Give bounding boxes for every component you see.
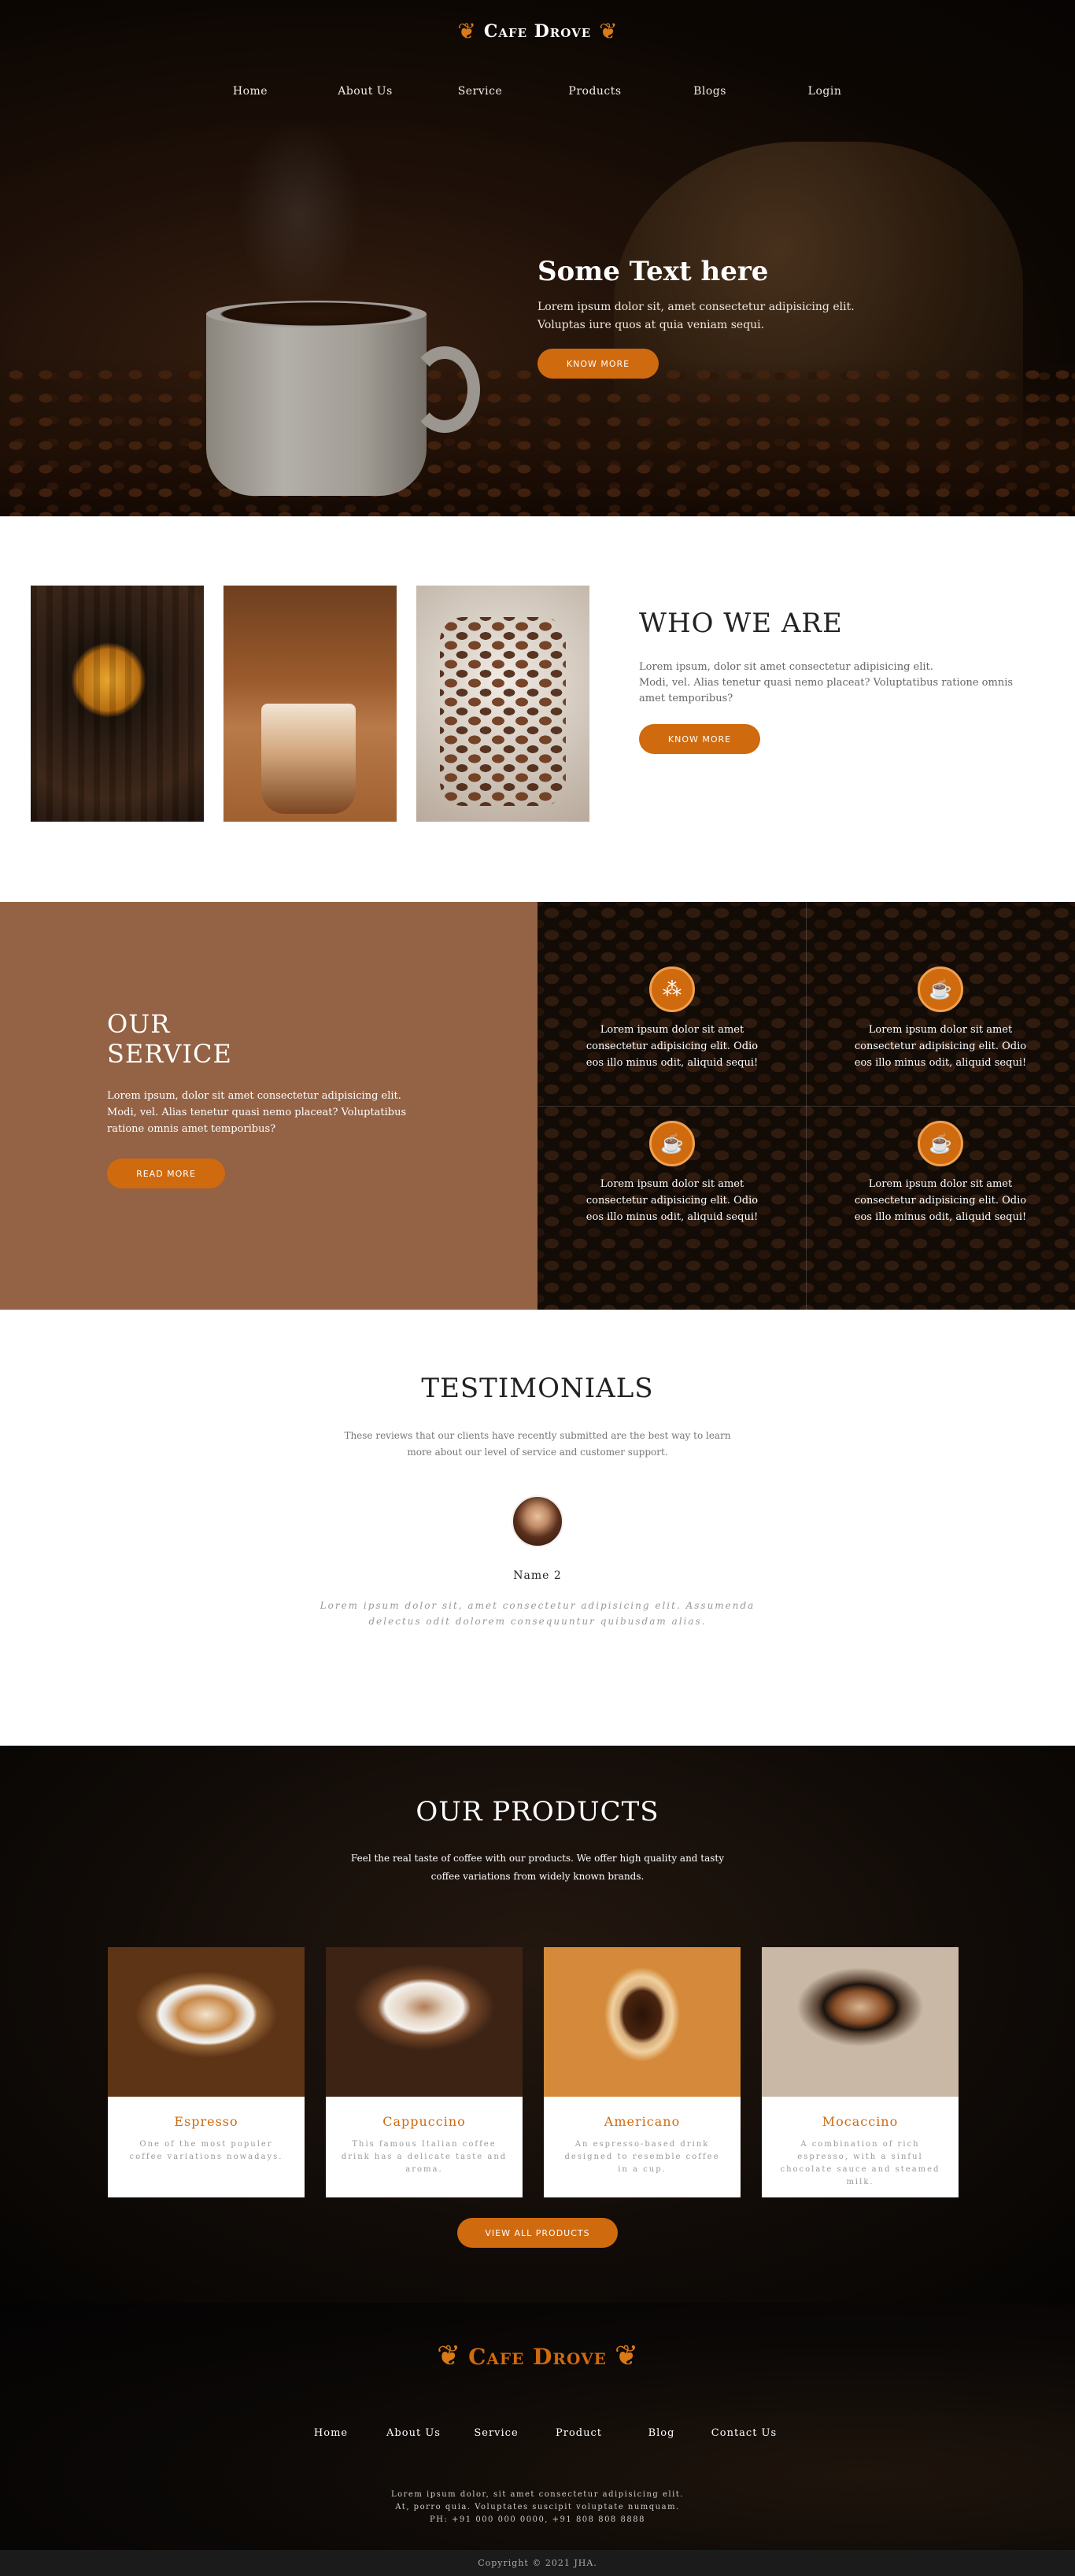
products-section: OUR PRODUCTS Feel the real taste of coff… (0, 1746, 1075, 2303)
butterfly-icon: ❦ (436, 2340, 461, 2372)
service-item: ☕ Lorem ipsum dolor sit amet consectetur… (846, 1121, 1035, 1225)
nav-login[interactable]: Login (767, 85, 882, 98)
footer-nav-service[interactable]: Service (455, 2427, 538, 2439)
footer-info-line1: Lorem ipsum dolor, sit amet consectetur … (390, 2490, 684, 2499)
product-desc: A combination of rich espresso, with a s… (780, 2140, 940, 2186)
americano-image (544, 1947, 741, 2097)
product-desc: This famous Italian coffee drink has a d… (341, 2140, 508, 2174)
product-desc: One of the most populer coffee variation… (129, 2140, 283, 2161)
footer-info: Lorem ipsum dolor, sit amet consectetur … (0, 2489, 1075, 2526)
products-title: OUR PRODUCTS (416, 1796, 659, 1828)
coffee-photo-3 (416, 586, 589, 822)
coffee-photo-2 (223, 586, 397, 822)
nav-about-us[interactable]: About Us (308, 85, 423, 98)
main-nav: Home About Us Service Products Blogs Log… (0, 85, 1075, 98)
nav-products[interactable]: Products (538, 85, 652, 98)
footer-nav-blog[interactable]: Blog (620, 2427, 703, 2439)
cappuccino-image (326, 1947, 523, 2097)
coffee-bag-icon: ☕ (918, 966, 963, 1012)
service-item-text: Lorem ipsum dolor sit amet consectetur a… (854, 1178, 1027, 1223)
service-item: ⁂ Lorem ipsum dolor sit amet consectetur… (578, 966, 767, 1071)
service-item: ☕ Lorem ipsum dolor sit amet consectetur… (578, 1121, 767, 1225)
service-read-more-button[interactable]: READ MORE (107, 1159, 225, 1188)
who-title: WHO WE ARE (639, 608, 843, 639)
hero-copy: Some Text here Lorem ipsum dolor sit, am… (538, 256, 947, 379)
service-item-text: Lorem ipsum dolor sit amet consectetur a… (586, 1024, 759, 1069)
product-name: Americano (604, 2114, 681, 2129)
footer-info-line2: At, porro quia. Voluptates suscipit volu… (395, 2503, 680, 2511)
service-text-line2: Modi, vel. Alias tenetur quasi nemo plac… (107, 1107, 407, 1135)
footer-nav: Home About Us Service Product Blog Conta… (0, 2427, 1075, 2439)
mocaccino-image (762, 1947, 959, 2097)
footer-nav-product[interactable]: Product (538, 2427, 620, 2439)
testimonials-title: TESTIMONIALS (421, 1373, 654, 1404)
nav-home[interactable]: Home (193, 85, 308, 98)
butterfly-icon: ❦ (599, 18, 618, 44)
butterfly-icon: ❦ (457, 18, 476, 44)
hero-text-line1: Lorem ipsum dolor sit, amet consectetur … (538, 301, 855, 313)
testimonial-quote: Lorem ipsum dolor sit, amet consectetur … (320, 1600, 755, 1627)
service-grid: ⁂ Lorem ipsum dolor sit amet consectetur… (538, 902, 1075, 1310)
product-name: Espresso (174, 2114, 238, 2129)
nav-blogs[interactable]: Blogs (652, 85, 767, 98)
hero-know-more-button[interactable]: KNOW MORE (538, 349, 659, 379)
footer-nav-contact-us[interactable]: Contact Us (703, 2427, 785, 2439)
product-desc: An espresso-based drink designed to rese… (564, 2140, 720, 2174)
testimonial-name: Name 2 (513, 1569, 562, 1582)
logo-text: Cafe Drove (483, 21, 592, 42)
footer-nav-about-us[interactable]: About Us (372, 2427, 455, 2439)
service-item-text: Lorem ipsum dolor sit amet consectetur a… (854, 1024, 1027, 1069)
hero-text-line2: Voluptas iure quos at quia veniam sequi. (538, 319, 765, 331)
nav-service[interactable]: Service (423, 85, 538, 98)
service-section: OUR SERVICE Lorem ipsum, dolor sit amet … (0, 902, 1075, 1310)
who-text-line1: Lorem ipsum, dolor sit amet consectetur … (639, 661, 933, 673)
hero-section: ❦ Cafe Drove ❦ Home About Us Service Pro… (0, 0, 1075, 516)
service-intro: OUR SERVICE Lorem ipsum, dolor sit amet … (0, 902, 538, 1310)
who-know-more-button[interactable]: KNOW MORE (639, 724, 760, 754)
who-copy: WHO WE ARE Lorem ipsum, dolor sit amet c… (639, 608, 1017, 754)
service-text-line1: Lorem ipsum, dolor sit amet consectetur … (107, 1090, 401, 1102)
service-title: OUR SERVICE (107, 1009, 232, 1069)
copyright: Copyright © 2021 JHA. (0, 2550, 1075, 2576)
service-item: ☕ Lorem ipsum dolor sit amet consectetur… (846, 966, 1035, 1071)
coffee-photo-1 (31, 586, 204, 822)
grid-divider-horizontal (538, 1106, 1075, 1107)
service-text: Lorem ipsum, dolor sit amet consectetur … (107, 1088, 438, 1137)
footer: ❦ Cafe Drove ❦ Home About Us Service Pro… (0, 2303, 1075, 2550)
product-card[interactable]: Americano An espresso-based drink design… (544, 1947, 741, 2197)
header-logo[interactable]: ❦ Cafe Drove ❦ (0, 20, 1075, 43)
products-subtitle: Feel the real taste of coffee with our p… (350, 1853, 725, 1882)
hero-title: Some Text here (538, 256, 769, 287)
footer-phone: PH: +91 000 000 0000, +91 808 808 8888 (430, 2515, 645, 2524)
butterfly-icon: ❦ (614, 2340, 639, 2372)
footer-nav-home[interactable]: Home (290, 2427, 372, 2439)
service-title-line2: SERVICE (107, 1039, 232, 1069)
product-card[interactable]: Cappuccino This famous Italian coffee dr… (326, 1947, 523, 2197)
footer-logo-text: Cafe Drove (468, 2343, 607, 2370)
avatar (512, 1495, 563, 1547)
view-all-products-button[interactable]: VIEW ALL PRODUCTS (457, 2218, 618, 2248)
product-name: Mocaccino (822, 2114, 899, 2129)
espresso-image (108, 1947, 305, 2097)
testimonials-subtitle: These reviews that our clients have rece… (344, 1430, 731, 1458)
who-we-are-section: WHO WE ARE Lorem ipsum, dolor sit amet c… (0, 516, 1075, 902)
footer-logo[interactable]: ❦ Cafe Drove ❦ (0, 2342, 1075, 2371)
testimonials-section: TESTIMONIALS These reviews that our clie… (0, 1310, 1075, 1746)
product-card[interactable]: Mocaccino A combination of rich espresso… (762, 1947, 959, 2197)
service-title-line1: OUR (107, 1009, 171, 1039)
coffee-mug-icon: ☕ (918, 1121, 963, 1166)
who-text-line2: Modi, vel. Alias tenetur quasi nemo plac… (639, 677, 1014, 704)
coffee-cup-icon: ☕ (649, 1121, 695, 1166)
product-name: Cappuccino (382, 2114, 466, 2129)
coffee-beans-icon: ⁂ (649, 966, 695, 1012)
product-card[interactable]: Espresso One of the most populer coffee … (108, 1947, 305, 2197)
service-item-text: Lorem ipsum dolor sit amet consectetur a… (586, 1178, 759, 1223)
